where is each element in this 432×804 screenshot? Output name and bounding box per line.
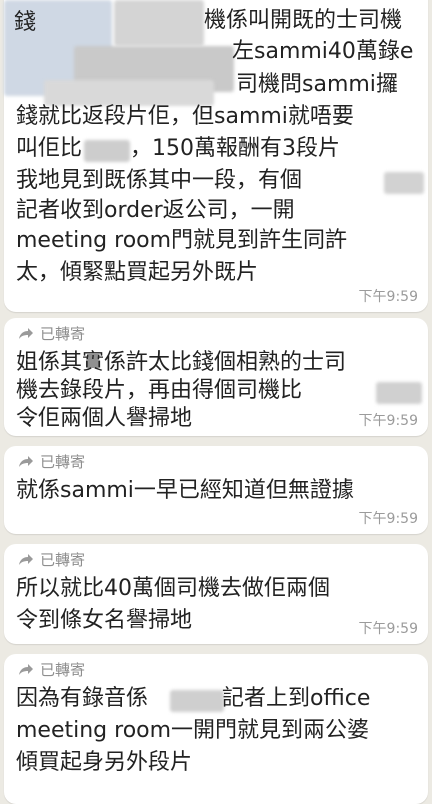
message-text: 因為有錄音係 (16, 686, 149, 711)
message-text: 所以就比40萬個司機去做佢兩個 (16, 576, 330, 601)
message-text: 我地見到既係其中一段，有個 (16, 168, 303, 193)
message-text: 傾買起身另外段片 (16, 750, 193, 775)
message-bubble-3[interactable]: 已轉寄 就係sammi一早已經知道但無證據 下午9:59 (4, 446, 428, 534)
message-text: 記者上到office (222, 686, 371, 711)
message-text: 太，傾緊點買起另外既片 (16, 260, 259, 285)
forwarded-label: 已轉寄 (18, 550, 85, 570)
forward-arrow-icon (18, 553, 34, 567)
forwarded-label: 已轉寄 (18, 452, 85, 472)
message-timestamp: 下午9:59 (358, 511, 418, 527)
message-timestamp: 下午9:59 (358, 413, 418, 429)
forwarded-text: 已轉寄 (40, 661, 86, 679)
message-text: 錢 (14, 10, 37, 35)
forward-arrow-icon (18, 327, 34, 341)
redacted-area (376, 382, 422, 404)
redacted-area (84, 140, 130, 162)
message-text: 機係叫開既的士司機 (204, 8, 403, 33)
redacted-area (170, 690, 224, 712)
message-bubble-2[interactable]: 已轉寄 姐係其實係許太比錢個相熟的士司 機去錄段片，再由得個司機比 令佢兩個人譽… (4, 318, 428, 436)
message-timestamp: 下午9:59 (358, 621, 418, 637)
message-text: 司機問sammi攞 (236, 72, 398, 97)
message-text: 左sammi40萬錄e (232, 39, 414, 64)
forward-arrow-icon (18, 663, 34, 677)
message-text: meeting room門就見到許生同許 (16, 228, 348, 253)
forwarded-text: 已轉寄 (40, 551, 86, 569)
message-timestamp: 下午9:59 (358, 289, 418, 305)
message-text: 就係sammi一早已經知道但無證據 (16, 478, 354, 503)
message-bubble-5[interactable]: 已轉寄 因為有錄音係 記者上到office meeting room一開門就見到… (4, 654, 428, 804)
message-text: ，150萬報酬有3段片 (130, 136, 340, 161)
forwarded-label: 已轉寄 (18, 660, 85, 680)
message-text: 令佢兩個人譽掃地 (16, 406, 193, 431)
forwarded-label: 已轉寄 (18, 324, 85, 344)
redacted-area (384, 172, 424, 194)
message-bubble-4[interactable]: 已轉寄 所以就比40萬個司機去做佢兩個 令到條女名譽掃地 下午9:59 (4, 544, 428, 644)
message-text: 姐係其實係許太比錢個相熟的士司 (16, 350, 347, 375)
message-text: 記者收到order返公司，一開 (16, 198, 295, 223)
message-text: meeting room一開門就見到兩公婆 (16, 718, 370, 743)
forwarded-text: 已轉寄 (40, 453, 86, 471)
redacted-area (114, 0, 204, 46)
message-text: 令到條女名譽掃地 (16, 608, 193, 633)
message-text: 機去錄段片，再由得個司機比 (16, 378, 303, 403)
forwarded-text: 已轉寄 (40, 325, 86, 343)
message-text: 叫佢比 (16, 136, 83, 161)
message-bubble-1[interactable]: 錢 機係叫開既的士司機 左sammi40萬錄e 司機問sammi攞 錢就比返段片… (4, 0, 428, 312)
message-text: 錢就比返段片佢，但sammi就唔要 (16, 104, 354, 129)
forward-arrow-icon (18, 455, 34, 469)
